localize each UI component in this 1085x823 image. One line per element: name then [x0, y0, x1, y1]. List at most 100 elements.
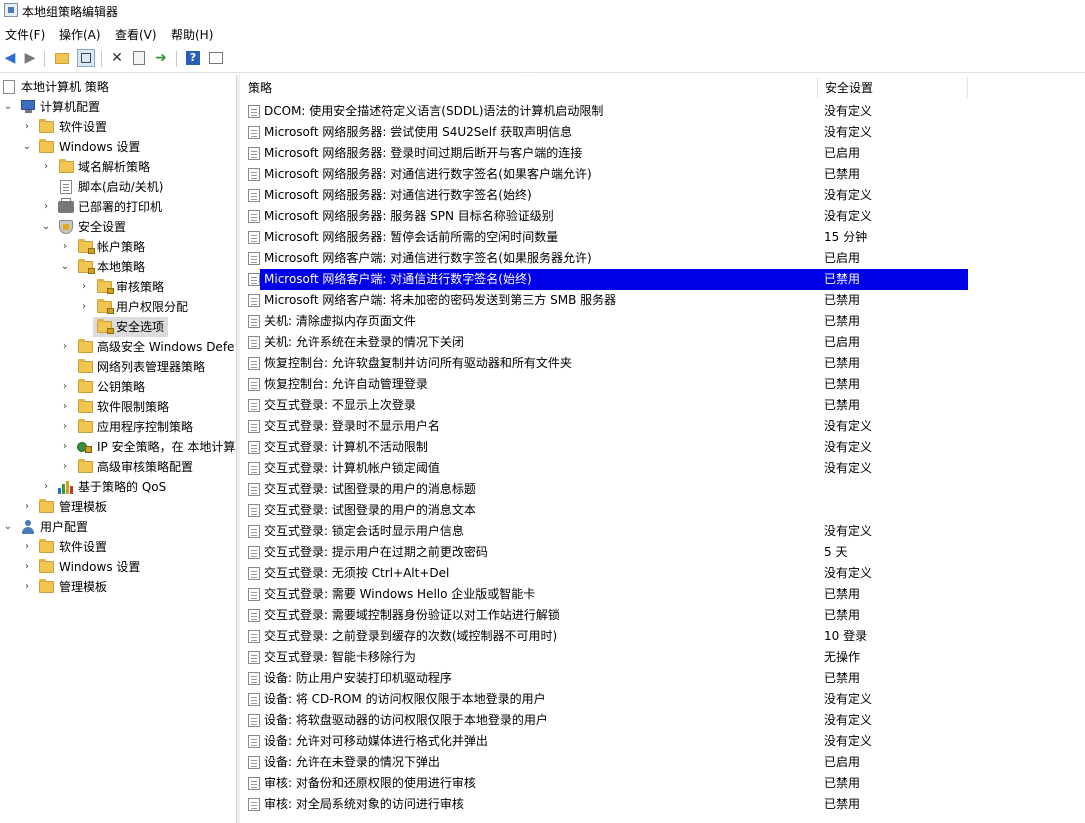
view-icon[interactable]: [207, 49, 225, 67]
chevron-down-icon[interactable]: ⌄: [22, 137, 32, 157]
table-row[interactable]: Microsoft 网络客户端: 将未加密的密码发送到第三方 SMB 服务器 已禁…: [240, 290, 1085, 311]
table-row[interactable]: 交互式登录: 计算机不活动限制 没有定义: [240, 437, 1085, 458]
chevron-right-icon[interactable]: ›: [60, 397, 70, 417]
chevron-right-icon[interactable]: ›: [60, 457, 70, 477]
tree-item-software-settings[interactable]: › 软件设置: [0, 117, 236, 137]
tree-item-root[interactable]: 本地计算机 策略: [0, 77, 236, 97]
tree-item-account-policies[interactable]: › 帐户策略: [0, 237, 236, 257]
chevron-right-icon[interactable]: ›: [41, 477, 51, 497]
table-row[interactable]: 交互式登录: 试图登录的用户的消息文本: [240, 500, 1085, 521]
table-row[interactable]: Microsoft 网络服务器: 登录时间过期后断开与客户端的连接 已启用: [240, 143, 1085, 164]
tree-item-name-resolution[interactable]: › 域名解析策略: [0, 157, 236, 177]
table-row[interactable]: 交互式登录: 计算机帐户锁定阈值 没有定义: [240, 458, 1085, 479]
tree-item-qos[interactable]: › 基于策略的 QoS: [0, 477, 236, 497]
table-row[interactable]: 设备: 将 CD-ROM 的访问权限仅限于本地登录的用户 没有定义: [240, 689, 1085, 710]
table-row[interactable]: 交互式登录: 需要域控制器身份验证以对工作站进行解锁 已禁用: [240, 605, 1085, 626]
table-row[interactable]: Microsoft 网络服务器: 尝试使用 S4U2Self 获取声明信息 没有定…: [240, 122, 1085, 143]
tree-item-audit-policy[interactable]: › 审核策略: [0, 277, 236, 297]
chevron-right-icon[interactable]: ›: [79, 277, 89, 297]
table-row[interactable]: 交互式登录: 登录时不显示用户名 没有定义: [240, 416, 1085, 437]
tree-item-windows-settings[interactable]: ⌄ Windows 设置: [0, 137, 236, 157]
chevron-right-icon[interactable]: ›: [60, 237, 70, 257]
properties-icon[interactable]: [130, 49, 148, 67]
table-row[interactable]: 恢复控制台: 允许软盘复制并访问所有驱动器和所有文件夹 已禁用: [240, 353, 1085, 374]
chevron-down-icon[interactable]: ⌄: [60, 257, 70, 277]
chevron-right-icon[interactable]: ›: [60, 337, 70, 357]
table-row[interactable]: 交互式登录: 试图登录的用户的消息标题: [240, 479, 1085, 500]
chevron-down-icon[interactable]: ⌄: [3, 97, 13, 117]
table-row[interactable]: Microsoft 网络服务器: 暂停会话前所需的空闲时间数量 15 分钟: [240, 227, 1085, 248]
menu-file[interactable]: 文件(F): [5, 26, 45, 43]
table-row[interactable]: Microsoft 网络客户端: 对通信进行数字签名(如果服务器允许) 已启用: [240, 248, 1085, 269]
up-folder-icon[interactable]: [53, 49, 71, 67]
table-row[interactable]: 交互式登录: 需要 Windows Hello 企业版或智能卡 已禁用: [240, 584, 1085, 605]
table-row[interactable]: 设备: 将软盘驱动器的访问权限仅限于本地登录的用户 没有定义: [240, 710, 1085, 731]
table-row[interactable]: Microsoft 网络服务器: 对通信进行数字签名(始终) 没有定义: [240, 185, 1085, 206]
table-row[interactable]: 交互式登录: 锁定会话时显示用户信息 没有定义: [240, 521, 1085, 542]
table-row[interactable]: 设备: 允许在未登录的情况下弹出 已启用: [240, 752, 1085, 773]
chevron-down-icon[interactable]: ⌄: [3, 517, 13, 537]
chevron-right-icon[interactable]: ›: [60, 437, 70, 457]
tree-item-software-restriction[interactable]: › 软件限制策略: [0, 397, 236, 417]
table-row[interactable]: 恢复控制台: 允许自动管理登录 已禁用: [240, 374, 1085, 395]
table-row[interactable]: 审核: 对全局系统对象的访问进行审核 已禁用: [240, 794, 1085, 815]
tree-item-computer-config[interactable]: ⌄ 计算机配置: [0, 97, 236, 117]
show-hide-tree-icon[interactable]: [77, 49, 95, 67]
menu-help[interactable]: 帮助(H): [171, 26, 213, 43]
table-row[interactable]: Microsoft 网络服务器: 服务器 SPN 目标名称验证级别 没有定义: [240, 206, 1085, 227]
table-row[interactable]: 关机: 清除虚拟内存页面文件 已禁用: [240, 311, 1085, 332]
tree-item-user-rights[interactable]: › 用户权限分配: [0, 297, 236, 317]
chevron-down-icon[interactable]: ⌄: [41, 217, 51, 237]
tree-item-user-config[interactable]: ⌄ 用户配置: [0, 517, 236, 537]
table-row[interactable]: 审核: 对备份和还原权限的使用进行审核 已禁用: [240, 773, 1085, 794]
chevron-right-icon[interactable]: ›: [41, 197, 51, 217]
back-icon[interactable]: ◀: [1, 49, 19, 67]
tree-item-admin-templates[interactable]: › 管理模板: [0, 497, 236, 517]
chevron-right-icon[interactable]: ›: [60, 417, 70, 437]
tree-item-local-policies[interactable]: ⌄ 本地策略: [0, 257, 236, 277]
tree-item-security-settings[interactable]: ⌄ 安全设置: [0, 217, 236, 237]
table-row[interactable]: 交互式登录: 不显示上次登录 已禁用: [240, 395, 1085, 416]
column-divider[interactable]: [967, 77, 968, 98]
chevron-right-icon[interactable]: ›: [22, 497, 32, 517]
column-header-setting[interactable]: 安全设置: [817, 75, 967, 100]
chevron-right-icon[interactable]: ›: [22, 537, 32, 557]
tree-item-user-windows-settings[interactable]: › Windows 设置: [0, 557, 236, 577]
menu-action[interactable]: 操作(A): [59, 26, 101, 43]
chevron-right-icon[interactable]: ›: [41, 157, 51, 177]
tree-item-ipsec[interactable]: › IP 安全策略，在 本地计算: [0, 437, 236, 457]
table-row[interactable]: Microsoft 网络客户端: 对通信进行数字签名(始终) 已禁用: [240, 269, 1085, 290]
tree-item-public-key[interactable]: › 公钥策略: [0, 377, 236, 397]
tree-item-app-control[interactable]: › 应用程序控制策略: [0, 417, 236, 437]
security-setting-value: 已禁用: [824, 797, 861, 811]
tree-item-user-admin-templates[interactable]: › 管理模板: [0, 577, 236, 597]
tree-item-network-list[interactable]: 网络列表管理器策略: [0, 357, 236, 377]
tree-item-advanced-audit[interactable]: › 高级审核策略配置: [0, 457, 236, 477]
tree-item-scripts[interactable]: 脚本(启动/关机): [0, 177, 236, 197]
table-row[interactable]: DCOM: 使用安全描述符定义语言(SDDL)语法的计算机启动限制 没有定义: [240, 101, 1085, 122]
table-row[interactable]: 设备: 允许对可移动媒体进行格式化并弹出 没有定义: [240, 731, 1085, 752]
forward-icon[interactable]: ▶: [21, 49, 39, 67]
policy-name: 恢复控制台: 允许软盘复制并访问所有驱动器和所有文件夹: [264, 356, 572, 370]
chevron-right-icon[interactable]: ›: [79, 297, 89, 317]
table-row[interactable]: 交互式登录: 提示用户在过期之前更改密码 5 天: [240, 542, 1085, 563]
chevron-right-icon[interactable]: ›: [22, 117, 32, 137]
chevron-right-icon[interactable]: ›: [60, 377, 70, 397]
help-icon[interactable]: ?: [184, 49, 202, 67]
tree-item-defender-firewall[interactable]: › 高级安全 Windows Defe: [0, 337, 236, 357]
table-row[interactable]: 交互式登录: 之前登录到缓存的次数(域控制器不可用时) 10 登录: [240, 626, 1085, 647]
table-row[interactable]: 交互式登录: 智能卡移除行为 无操作: [240, 647, 1085, 668]
chevron-right-icon[interactable]: ›: [22, 557, 32, 577]
table-row[interactable]: 设备: 防止用户安装打印机驱动程序 已禁用: [240, 668, 1085, 689]
delete-icon[interactable]: ✕: [108, 49, 126, 67]
table-row[interactable]: Microsoft 网络服务器: 对通信进行数字签名(如果客户端允许) 已禁用: [240, 164, 1085, 185]
chevron-right-icon[interactable]: ›: [22, 577, 32, 597]
export-list-icon[interactable]: ➜: [152, 49, 170, 67]
tree-item-printers[interactable]: › 已部署的打印机: [0, 197, 236, 217]
column-header-policy[interactable]: 策略: [240, 75, 817, 100]
table-row[interactable]: 关机: 允许系统在未登录的情况下关闭 已启用: [240, 332, 1085, 353]
tree-item-security-options[interactable]: 安全选项: [93, 317, 168, 337]
table-row[interactable]: 交互式登录: 无须按 Ctrl+Alt+Del 没有定义: [240, 563, 1085, 584]
tree-item-user-software-settings[interactable]: › 软件设置: [0, 537, 236, 557]
menu-view[interactable]: 查看(V): [115, 26, 157, 43]
